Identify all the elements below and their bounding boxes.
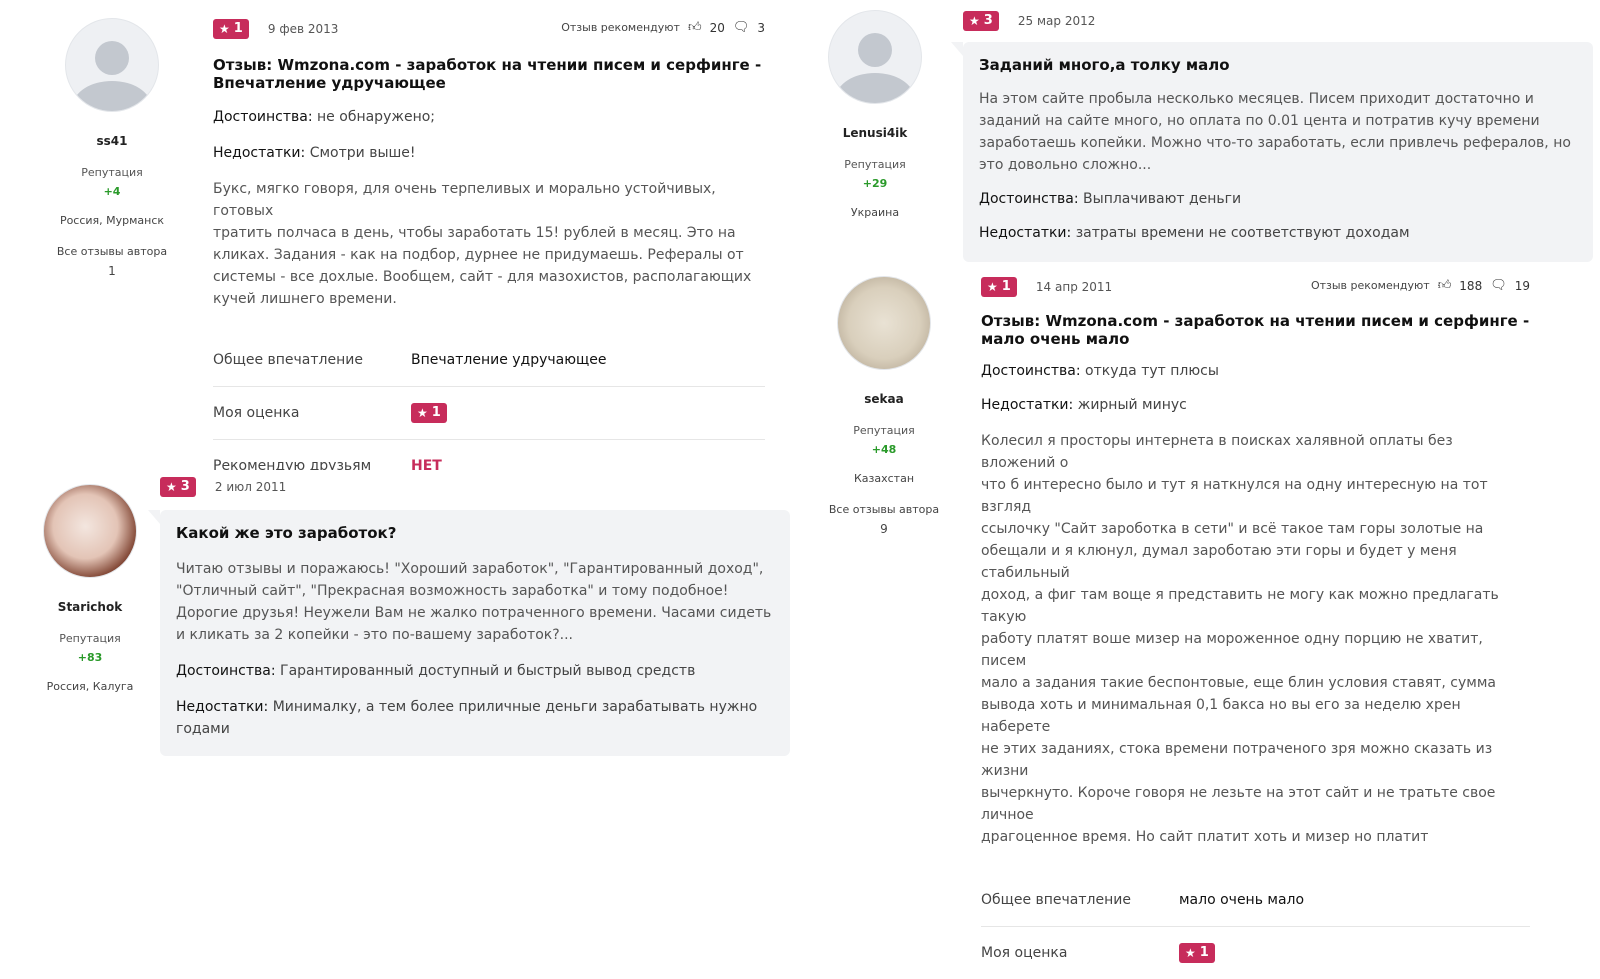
author-block: Starichok Репутация +83 Россия, Калуга <box>30 484 150 693</box>
comment-bubble-icon[interactable]: 🗨︎ <box>1490 278 1507 293</box>
thumbs-up-icon[interactable]: 👍︎ <box>688 20 702 35</box>
star-icon: ★ <box>987 280 998 294</box>
all-reviews-count: 1 <box>108 264 116 278</box>
review-meta: Отзыв рекомендуют 👍︎ 188 🗨︎ 19 <box>1311 278 1530 293</box>
author-block: ss41 Репутация +4 Россия, Мурманск Все о… <box>52 18 172 278</box>
author-name[interactable]: sekaa <box>824 392 944 406</box>
review-date: 9 фев 2013 <box>267 22 339 36</box>
reputation-label: Репутация <box>81 166 143 179</box>
review-title[interactable]: Отзыв: Wmzona.com - заработок на чтении … <box>981 312 1530 348</box>
cons-line: Недостатки: Смотри выше! <box>213 145 416 161</box>
likes-count: 188 <box>1459 278 1483 293</box>
likes-count: 20 <box>709 20 725 35</box>
comments-count: 3 <box>757 20 765 35</box>
review-title[interactable]: Отзыв: Wmzona.com - заработок на чтении … <box>213 56 765 92</box>
rating-badge: ★ 1 <box>411 403 447 423</box>
pros-line: Достоинства: Гарантированный доступный и… <box>176 663 696 679</box>
rating-badge: ★ 1 <box>213 19 249 39</box>
review-card: sekaa Репутация +48 Казахстан Все отзывы… <box>800 268 1600 963</box>
comments-count: 19 <box>1514 278 1530 293</box>
review-date: 14 апр 2011 <box>1035 280 1113 294</box>
author-location: Казахстан <box>853 472 915 485</box>
star-icon: ★ <box>417 406 428 420</box>
reputation-value: +29 <box>862 177 888 190</box>
review-title[interactable]: Заданий много,а толку мало <box>979 56 1579 74</box>
author-name[interactable]: ss41 <box>52 134 172 148</box>
reputation-value: +48 <box>871 443 897 456</box>
rating-badge: ★ 1 <box>981 277 1017 297</box>
cons-line: Недостатки: Минималку, а тем более прили… <box>176 699 758 737</box>
avatar[interactable] <box>43 484 137 578</box>
rating-badge: ★ 1 <box>1179 943 1215 963</box>
author-location: Россия, Мурманск <box>59 214 165 227</box>
review-bubble: Заданий много,а толку мало На этом сайте… <box>951 42 1593 262</box>
author-name[interactable]: Lenusi4ik <box>815 126 935 140</box>
review-body: ★ 1 14 апр 2011 Отзыв рекомендуют 👍︎ 188 … <box>981 276 1530 979</box>
pros-line: Достоинства: Выплачивают деньги <box>979 191 1242 207</box>
review-text: Букс, мягко говоря, для очень терпеливых… <box>213 181 752 307</box>
reputation-label: Репутация <box>844 158 906 171</box>
recommend-label: Отзыв рекомендуют <box>1310 279 1430 292</box>
summary-impression: Общее впечатление мало очень мало <box>981 874 1530 927</box>
review-card: ss41 Репутация +4 Россия, Мурманск Все о… <box>20 4 800 474</box>
all-reviews-link[interactable]: Все отзывы автора <box>824 503 944 516</box>
review-date: 2 июл 2011 <box>214 480 287 494</box>
review-meta: Отзыв рекомендуют 👍︎ 20 🗨︎ 3 <box>561 20 765 35</box>
review-text: Читаю отзывы и поражаюсь! "Хороший зараб… <box>176 561 772 643</box>
pros-line: Достоинства: откуда тут плюсы <box>981 363 1219 379</box>
cons-line: Недостатки: затраты времени не соответст… <box>979 225 1410 241</box>
avatar[interactable] <box>837 276 931 370</box>
review-summary: Общее впечатление мало очень мало Моя оц… <box>981 874 1530 979</box>
review-card: Starichok Репутация +83 Россия, Калуга ★… <box>8 470 790 770</box>
review-body: ★ 1 9 фев 2013 Отзыв рекомендуют 👍︎ 20 🗨︎… <box>213 18 765 492</box>
pros-line: Достоинства: не обнаружено; <box>213 109 436 125</box>
summary-rating: Моя оценка ★ 1 <box>981 927 1530 979</box>
author-block: sekaa Репутация +48 Казахстан Все отзывы… <box>824 276 944 536</box>
star-icon: ★ <box>1185 946 1196 960</box>
review-date: 25 мар 2012 <box>1017 14 1096 28</box>
rating-badge: ★ 3 <box>160 477 196 497</box>
review-card: Lenusi4ik Репутация +29 Украина ★ 3 25 ма… <box>805 0 1600 265</box>
summary-impression: Общее впечатление Впечатление удручающее <box>213 334 765 387</box>
rating-badge: ★ 3 <box>963 11 999 31</box>
reputation-label: Репутация <box>853 424 915 437</box>
author-name[interactable]: Starichok <box>30 600 150 614</box>
review-text: На этом сайте пробыла несколько месяцев.… <box>979 91 1571 173</box>
recommend-label: Отзыв рекомендуют <box>561 21 680 34</box>
review-bubble: Какой же это заработок? Читаю отзывы и п… <box>148 510 790 756</box>
avatar[interactable] <box>65 18 159 112</box>
review-header: ★ 3 2 июл 2011 <box>160 476 765 500</box>
star-icon: ★ <box>166 480 177 494</box>
author-location: Россия, Калуга <box>46 680 134 693</box>
author-block: Lenusi4ik Репутация +29 Украина <box>815 10 935 219</box>
reputation-value: +83 <box>77 651 103 664</box>
reputation-label: Репутация <box>59 632 121 645</box>
review-header: ★ 3 25 мар 2012 <box>963 10 1563 34</box>
avatar[interactable] <box>828 10 922 104</box>
star-icon: ★ <box>969 14 980 28</box>
reputation-value: +4 <box>103 185 121 198</box>
all-reviews-count: 9 <box>880 522 888 536</box>
review-title[interactable]: Какой же это заработок? <box>176 524 776 542</box>
all-reviews-link[interactable]: Все отзывы автора <box>52 245 172 258</box>
star-icon: ★ <box>219 22 230 36</box>
comment-bubble-icon[interactable]: 🗨︎ <box>733 20 750 35</box>
cons-line: Недостатки: жирный минус <box>981 397 1187 413</box>
summary-rating: Моя оценка ★ 1 <box>213 387 765 440</box>
thumbs-up-icon[interactable]: 👍︎ <box>1438 278 1452 293</box>
review-summary: Общее впечатление Впечатление удручающее… <box>213 334 765 492</box>
author-location: Украина <box>850 206 900 219</box>
review-text: Колесил я просторы интернета в поисках х… <box>981 433 1499 845</box>
